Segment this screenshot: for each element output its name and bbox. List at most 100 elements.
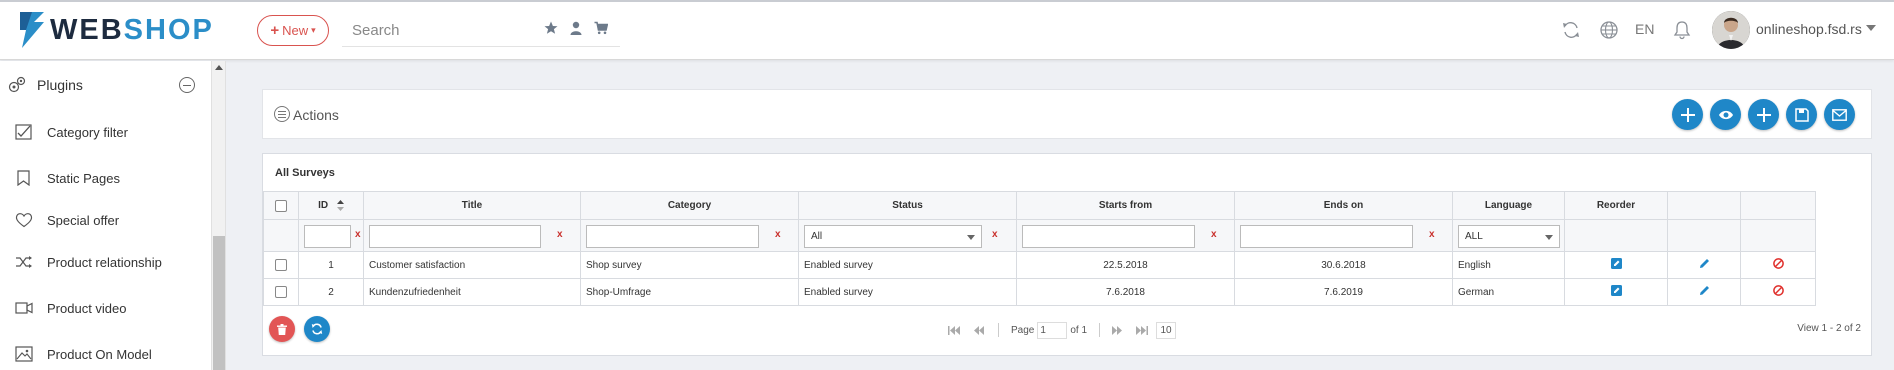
sidebar-item-category-filter[interactable]: Category filter (0, 118, 212, 146)
edit-icon[interactable] (1699, 258, 1710, 269)
last-page-icon[interactable] (1136, 325, 1149, 335)
user-menu-caret-icon[interactable] (1866, 25, 1876, 31)
chevron-down-icon (967, 235, 975, 240)
sidebar-item-product-video[interactable]: Product video (0, 294, 212, 322)
cell-title: Customer satisfaction (363, 251, 581, 279)
user-icon[interactable] (570, 21, 582, 35)
collapse-icon[interactable] (179, 77, 195, 93)
page-size-select[interactable]: 10 (1156, 321, 1177, 339)
cell-id: 2 (298, 278, 364, 306)
table-row[interactable]: 2 Kundenzufriedenheit Shop-Umfrage Enabl… (263, 278, 1816, 306)
sidebar-item-label: Product relationship (47, 254, 162, 270)
grid-footer: Page 1 of 1 10 View 1 - 2 of 2 (263, 305, 1871, 355)
column-header-ends-on[interactable]: Ends on (1234, 191, 1453, 220)
clear-filter-icon[interactable]: x (1211, 229, 1217, 240)
star-icon[interactable] (544, 21, 558, 35)
filter-row: x x x All x x x ALL (263, 219, 1816, 252)
save-button[interactable] (1786, 99, 1817, 130)
row-checkbox[interactable] (275, 286, 287, 298)
edit-icon[interactable] (1699, 285, 1710, 296)
cell-starts-from: 22.5.2018 (1016, 251, 1235, 279)
first-page-icon[interactable] (948, 325, 960, 335)
video-icon (15, 302, 33, 314)
view-button[interactable] (1710, 99, 1741, 130)
sidebar-section-label: Plugins (37, 77, 83, 93)
scroll-up-arrow-icon[interactable] (215, 65, 223, 70)
clear-filter-icon[interactable]: x (1429, 229, 1435, 240)
sidebar-item-static-pages[interactable]: Static Pages (0, 164, 212, 192)
sidebar-item-label: Static Pages (47, 170, 120, 186)
delete-icon[interactable] (1772, 258, 1784, 269)
search-input[interactable] (342, 22, 532, 39)
language-filter-select[interactable]: ALL (1458, 225, 1560, 248)
sort-icon[interactable] (336, 199, 344, 211)
cell-ends-on: 30.6.2018 (1234, 251, 1453, 279)
page-label: Page (1011, 324, 1035, 336)
category-filter-input[interactable] (586, 225, 759, 248)
column-header-language[interactable]: Language (1452, 191, 1565, 220)
sidebar-item-special-offer[interactable]: Special offer (0, 206, 212, 234)
sidebar-item-product-on-model[interactable]: Product On Model (0, 340, 212, 368)
clear-filter-icon[interactable]: x (557, 229, 563, 240)
search-bar (342, 15, 620, 47)
avatar[interactable] (1712, 11, 1750, 49)
add-icon (1680, 107, 1695, 122)
cart-icon[interactable] (594, 21, 608, 35)
globe-icon[interactable] (1599, 20, 1619, 40)
clear-filter-icon[interactable]: x (355, 229, 361, 240)
logo[interactable]: WEBSHOP (18, 12, 214, 48)
table-row[interactable]: 1 Customer satisfaction Shop survey Enab… (263, 251, 1816, 279)
cell-title: Kundenzufriedenheit (363, 278, 581, 306)
sidebar-item-label: Category filter (47, 124, 128, 140)
pager: Page 1 of 1 10 (948, 321, 1177, 339)
plugins-icon (8, 76, 26, 93)
add-button[interactable] (1672, 99, 1703, 130)
column-header-status[interactable]: Status (798, 191, 1017, 220)
chevron-down-icon: ▾ (311, 25, 316, 35)
cell-starts-from: 7.6.2018 (1016, 278, 1235, 306)
surveys-grid: All Surveys ID Title Category Status Sta… (262, 153, 1872, 356)
bell-icon[interactable] (1673, 20, 1691, 40)
heart-icon (15, 213, 33, 228)
email-icon (1832, 108, 1847, 121)
view-records-text: View 1 - 2 of 2 (1797, 323, 1861, 334)
sidebar-scroll-thumb[interactable] (213, 236, 225, 370)
clear-filter-icon[interactable]: x (775, 229, 781, 240)
email-button[interactable] (1824, 99, 1855, 130)
logo-flag-icon (20, 12, 44, 48)
sidebar-item-product-relationship[interactable]: Product relationship (0, 248, 212, 276)
reload-button[interactable] (304, 316, 330, 342)
user-name[interactable]: onlineshop.fsd.rs (1756, 21, 1862, 37)
refresh-icon[interactable] (1561, 20, 1581, 40)
refresh-icon (311, 323, 323, 335)
reorder-icon[interactable] (1610, 258, 1622, 269)
column-header-id[interactable]: ID (298, 191, 364, 220)
select-all-checkbox[interactable] (275, 199, 287, 212)
prev-page-icon[interactable] (974, 325, 984, 335)
new-button[interactable]: + New ▾ (257, 15, 329, 46)
cell-status: Enabled survey (798, 278, 1017, 306)
column-header-reorder[interactable]: Reorder (1564, 191, 1668, 220)
column-header-starts-from[interactable]: Starts from (1016, 191, 1235, 220)
logo-web-text: WEB (50, 13, 124, 46)
shuffle-icon (16, 256, 32, 268)
next-page-icon[interactable] (1112, 325, 1123, 335)
cell-id: 1 (298, 251, 364, 279)
column-header-title[interactable]: Title (363, 191, 581, 220)
title-filter-input[interactable] (369, 225, 541, 248)
id-filter-input[interactable] (304, 225, 351, 248)
clear-filter-icon[interactable]: x (992, 229, 998, 240)
row-checkbox[interactable] (275, 259, 287, 271)
sidebar-section-plugins[interactable]: Plugins (0, 70, 212, 100)
cell-language: German (1452, 278, 1565, 306)
language-selector[interactable]: EN (1635, 21, 1654, 37)
delete-selected-button[interactable] (269, 316, 295, 342)
status-filter-select[interactable]: All (804, 225, 982, 248)
starts-from-filter-input[interactable] (1022, 225, 1195, 248)
page-number-input[interactable]: 1 (1037, 321, 1068, 339)
delete-icon[interactable] (1772, 285, 1784, 296)
ends-on-filter-input[interactable] (1240, 225, 1413, 248)
add-new-button[interactable] (1748, 99, 1779, 130)
column-header-category[interactable]: Category (580, 191, 799, 220)
reorder-icon[interactable] (1610, 285, 1622, 296)
